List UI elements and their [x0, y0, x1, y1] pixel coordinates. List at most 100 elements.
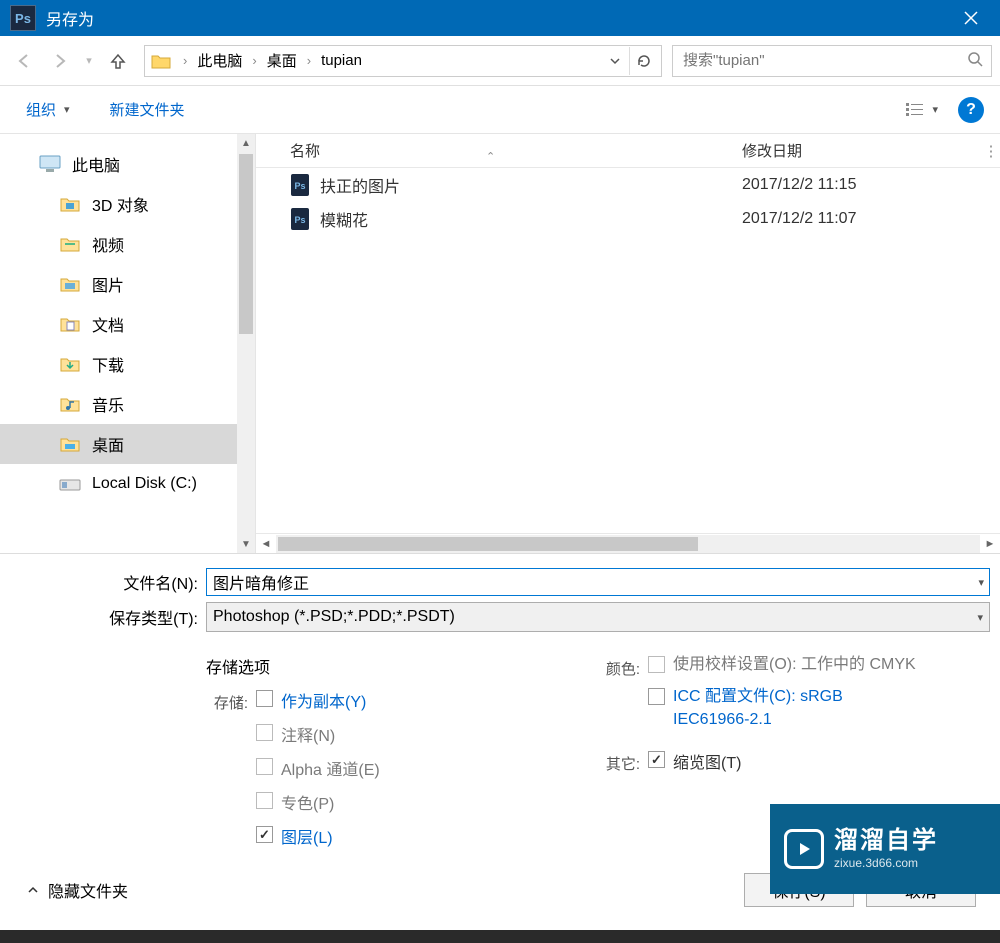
breadcrumb-item[interactable]: 此电脑 [193, 48, 246, 73]
view-options-button[interactable]: ▾ [906, 102, 938, 118]
storage-label: 存储: [206, 688, 256, 858]
filename-input[interactable] [206, 568, 990, 596]
sidebar-item-pc[interactable]: 此电脑 [0, 144, 255, 184]
checkbox-label: ICC 配置文件(C): sRGB IEC61966-2.1 [673, 686, 918, 731]
refresh-button[interactable] [629, 47, 657, 75]
new-folder-button[interactable]: 新建文件夹 [110, 99, 185, 120]
scroll-thumb[interactable] [239, 154, 253, 334]
column-name[interactable]: 名称 ⌃ [256, 140, 736, 161]
folder-icon [58, 314, 82, 334]
psd-file-icon: Ps [286, 174, 314, 196]
sidebar-item-video[interactable]: 视频 [0, 224, 255, 264]
watermark-overlay: 溜溜自学 zixue.3d66.com [770, 804, 1000, 894]
chevron-right-icon: › [246, 53, 262, 68]
columns-overflow-icon[interactable]: ⋮ [982, 134, 1000, 168]
file-name: 扶正的图片 [320, 173, 736, 197]
sidebar: 此电脑 3D 对象 视频 图片 文档 [0, 134, 256, 553]
folder-icon [58, 274, 82, 294]
file-list-header[interactable]: 名称 ⌃ 修改日期 ⋮ [256, 134, 1000, 168]
hide-folders-toggle[interactable]: 隐藏文件夹 [26, 878, 128, 902]
sidebar-item-label: 桌面 [92, 432, 124, 456]
scroll-left-icon[interactable]: ◄ [256, 535, 276, 553]
chevron-down-icon: ▾ [64, 103, 70, 116]
svg-text:Ps: Ps [294, 181, 305, 191]
psd-file-icon: Ps [286, 208, 314, 230]
chevron-up-icon [26, 883, 40, 897]
file-row[interactable]: Ps 扶正的图片 2017/12/2 11:15 [256, 168, 1000, 202]
watermark-subtitle: zixue.3d66.com [834, 856, 938, 870]
checkbox-alpha: Alpha 通道(E) [256, 756, 380, 780]
sidebar-item-label: 文档 [92, 312, 124, 336]
checkbox-as-copy[interactable]: 作为副本(Y) [256, 688, 380, 712]
folder-icon [58, 434, 82, 454]
folder-icon [58, 394, 82, 414]
sidebar-item-desktop[interactable]: 桌面 [0, 424, 255, 464]
sidebar-item-label: 视频 [92, 232, 124, 256]
checkbox-label: 作为副本(Y) [281, 688, 366, 712]
help-button[interactable]: ? [958, 97, 984, 123]
search-box[interactable] [672, 45, 992, 77]
search-input[interactable] [681, 51, 967, 70]
search-icon [967, 51, 983, 71]
titlebar: Ps 另存为 [0, 0, 1000, 36]
back-button[interactable] [8, 45, 40, 77]
breadcrumb[interactable]: › 此电脑 › 桌面 › tupian [144, 45, 662, 77]
checkbox-layers[interactable]: 图层(L) [256, 824, 380, 848]
close-button[interactable] [946, 0, 996, 36]
scroll-right-icon[interactable]: ► [980, 535, 1000, 553]
file-name: 模糊花 [320, 207, 736, 231]
sort-indicator-icon: ⌃ [486, 150, 495, 163]
file-row[interactable]: Ps 模糊花 2017/12/2 11:07 [256, 202, 1000, 236]
sidebar-item-label: Local Disk (C:) [92, 475, 197, 493]
horizontal-scrollbar[interactable]: ◄ ► [256, 533, 1000, 553]
organize-menu[interactable]: 组织 ▾ [26, 99, 70, 120]
filetype-value: Photoshop (*.PSD;*.PDD;*.PSDT) [213, 608, 455, 626]
file-date: 2017/12/2 11:15 [736, 176, 1000, 194]
sidebar-item-downloads[interactable]: 下载 [0, 344, 255, 384]
nav-bar: ▾ › 此电脑 › 桌面 › tupian [0, 36, 1000, 86]
sidebar-scrollbar[interactable]: ▲ ▼ [237, 134, 255, 553]
recent-dropdown[interactable]: ▾ [80, 45, 98, 77]
chevron-right-icon: › [177, 53, 193, 68]
organize-label: 组织 [26, 99, 56, 120]
checkbox-label: 专色(P) [281, 790, 334, 814]
chevron-right-icon: › [301, 53, 317, 68]
sidebar-item-pictures[interactable]: 图片 [0, 264, 255, 304]
storage-options-title: 存储选项 [206, 654, 598, 678]
column-header-label: 名称 [290, 143, 320, 160]
breadcrumb-item[interactable]: tupian [317, 50, 366, 71]
sidebar-item-localdisk[interactable]: Local Disk (C:) [0, 464, 255, 504]
filetype-select[interactable]: Photoshop (*.PSD;*.PDD;*.PSDT) ▾ [206, 602, 990, 632]
photoshop-icon: Ps [10, 5, 36, 31]
checkbox-thumbnail[interactable]: 缩览图(T) [648, 749, 741, 773]
chevron-down-icon: ▾ [977, 611, 983, 624]
scroll-thumb[interactable] [278, 537, 698, 551]
folder-icon [151, 53, 171, 69]
watermark-title: 溜溜自学 [834, 827, 938, 856]
window-title: 另存为 [46, 6, 946, 30]
scroll-up-icon[interactable]: ▲ [237, 134, 255, 152]
folder-icon [58, 194, 82, 214]
color-label: 颜色: [598, 654, 648, 741]
sidebar-item-music[interactable]: 音乐 [0, 384, 255, 424]
pc-icon [38, 154, 62, 174]
checkbox-label: 使用校样设置(O): 工作中的 CMYK [673, 654, 916, 676]
sidebar-item-3d[interactable]: 3D 对象 [0, 184, 255, 224]
checkbox-label: Alpha 通道(E) [281, 756, 380, 780]
checkbox-label: 注释(N) [281, 722, 335, 746]
checkbox-icc[interactable]: ICC 配置文件(C): sRGB IEC61966-2.1 [648, 686, 918, 731]
path-dropdown[interactable] [601, 47, 629, 75]
sidebar-item-label: 3D 对象 [92, 192, 149, 216]
sidebar-item-label: 音乐 [92, 392, 124, 416]
breadcrumb-item[interactable]: 桌面 [263, 48, 301, 73]
filename-history-dropdown[interactable]: ▾ [978, 576, 984, 589]
forward-button[interactable] [44, 45, 76, 77]
column-modified[interactable]: 修改日期 [736, 140, 1000, 161]
up-button[interactable] [102, 45, 134, 77]
sidebar-item-documents[interactable]: 文档 [0, 304, 255, 344]
scroll-down-icon[interactable]: ▼ [237, 535, 255, 553]
save-options-panel: 文件名(N): ▾ 保存类型(T): Photoshop (*.PSD;*.PD… [0, 554, 1000, 930]
checkbox-notes: 注释(N) [256, 722, 380, 746]
other-label: 其它: [598, 749, 648, 783]
folder-icon [58, 234, 82, 254]
